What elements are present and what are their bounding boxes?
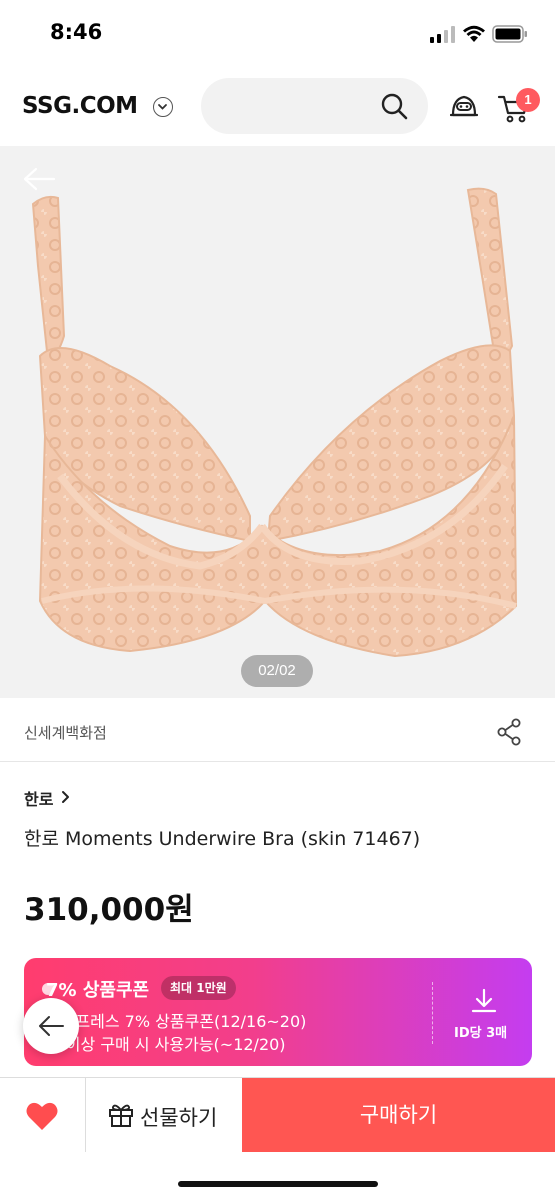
search-input[interactable] [201,78,428,134]
product-image-carousel[interactable]: 02/02 [0,146,555,698]
wifi-icon [463,25,485,42]
share-icon[interactable] [496,718,522,746]
search-icon[interactable] [380,92,408,120]
coupon-max-badge: 최대 1만원 [161,976,236,1000]
wishlist-button[interactable] [0,1078,86,1152]
image-page-indicator: 02/02 [241,655,313,687]
bot-icon[interactable] [450,93,478,121]
app-header: SSG.COM 1 [0,66,555,146]
gift-icon [109,1104,133,1127]
brand-link[interactable]: 한로 [24,786,53,810]
back-arrow-icon[interactable] [22,166,56,192]
floating-back-button[interactable] [23,998,79,1054]
coupon-title: 7% 상품쿠폰 [46,980,150,1001]
heart-icon [26,1102,58,1130]
chevron-right-icon[interactable] [61,790,71,804]
ssg-logo[interactable]: SSG.COM [22,93,138,119]
coupon-banner[interactable]: 7% 상품쿠폰 최대 1만원 익스프레스 7% 상품쿠폰(12/16~20) 원… [24,958,532,1066]
status-bar: 8:46 [0,0,555,66]
coupon-condition: 원 이상 구매 시 사용가능(~12/20) [46,1035,286,1054]
chevron-down-icon [158,104,167,110]
bottom-action-bar: 선물하기 구매하기 [0,1077,555,1200]
coupon-limit: ID당 3매 [454,1026,508,1041]
store-row: 신세계백화점 [0,698,555,762]
store-name[interactable]: 신세계백화점 [24,722,107,743]
download-icon[interactable] [470,988,498,1014]
back-arrow-icon [39,1016,64,1036]
home-indicator [178,1181,378,1187]
status-time: 8:46 [50,20,103,44]
coupon-divider [432,982,433,1044]
buy-button[interactable]: 구매하기 [242,1078,555,1152]
gift-button-label: 선물하기 [140,1106,218,1130]
cart-count-badge: 1 [516,88,540,112]
signal-icon [430,26,455,43]
coupon-description: 익스프레스 7% 상품쿠폰(12/16~20) [46,1012,307,1031]
product-price: 310,000원 [24,892,194,928]
product-photo [31,187,518,658]
mall-switch-button[interactable] [153,97,173,117]
battery-icon [492,25,527,43]
gift-button[interactable]: 선물하기 [86,1078,242,1152]
product-title: 한로 Moments Underwire Bra (skin 71467) [24,828,421,850]
